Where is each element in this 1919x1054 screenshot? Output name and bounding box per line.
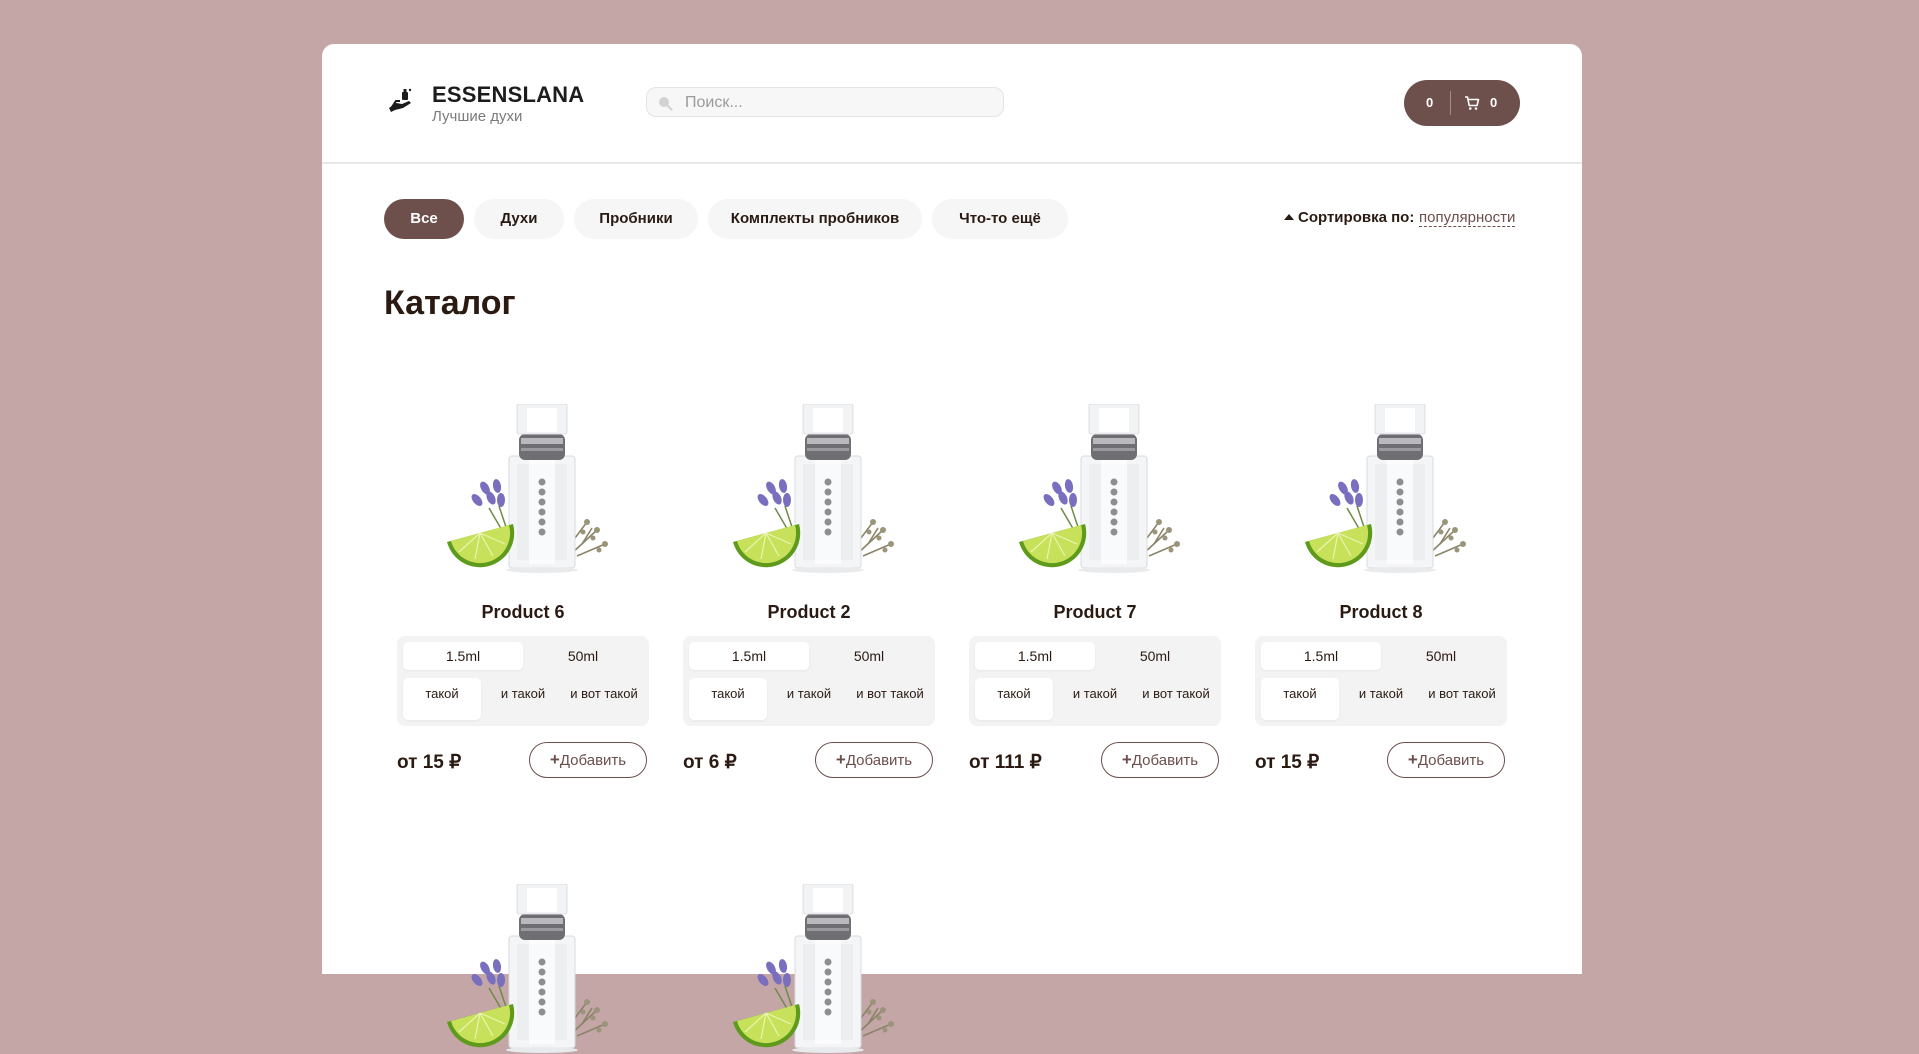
- size-option[interactable]: 50ml: [1095, 642, 1215, 670]
- logo-icon[interactable]: [386, 86, 416, 116]
- plus-icon: +: [549, 750, 560, 769]
- product-price: от 15 ₽: [1255, 752, 1320, 773]
- brand-name[interactable]: ESSENSLANA: [432, 82, 584, 108]
- type-option[interactable]: и такой: [770, 678, 848, 720]
- page-title: Каталог: [384, 284, 516, 322]
- add-label: Добавить: [1417, 752, 1485, 769]
- category-perfume[interactable]: Духи: [474, 199, 564, 239]
- add-to-cart-button[interactable]: +Добавить: [815, 742, 933, 778]
- product-image[interactable]: [723, 404, 903, 574]
- product-options: 1.5ml 50ml такой и такой и вот такой: [1255, 636, 1507, 726]
- sort-label: Сортировка по:: [1298, 209, 1415, 226]
- product-name[interactable]: Product 8: [1255, 602, 1507, 623]
- sort-arrow-icon: [1284, 214, 1294, 220]
- product-price: от 15 ₽: [397, 752, 462, 773]
- type-option[interactable]: такой: [1261, 678, 1339, 720]
- search-icon: [659, 97, 673, 111]
- size-option[interactable]: 1.5ml: [689, 642, 809, 670]
- product-options: 1.5ml 50ml такой и такой и вот такой: [969, 636, 1221, 726]
- type-option[interactable]: и такой: [484, 678, 562, 720]
- plus-icon: +: [1407, 750, 1418, 769]
- type-option[interactable]: и вот такой: [1137, 678, 1215, 720]
- size-option[interactable]: 50ml: [1381, 642, 1501, 670]
- product-name[interactable]: Product 2: [683, 602, 935, 623]
- category-sample-sets[interactable]: Комплекты пробников: [708, 199, 922, 239]
- add-label: Добавить: [1131, 752, 1199, 769]
- product-price: от 111 ₽: [969, 752, 1042, 773]
- size-option[interactable]: 50ml: [523, 642, 643, 670]
- product-options: 1.5ml 50ml такой и такой и вот такой: [397, 636, 649, 726]
- add-label: Добавить: [559, 752, 627, 769]
- category-samples[interactable]: Пробники: [574, 199, 698, 239]
- category-all[interactable]: Все: [384, 199, 464, 239]
- plus-icon: +: [835, 750, 846, 769]
- cart-total: 0: [1426, 95, 1434, 110]
- product-name[interactable]: Product 6: [397, 602, 649, 623]
- type-option[interactable]: и вот такой: [1423, 678, 1501, 720]
- size-option[interactable]: 50ml: [809, 642, 929, 670]
- product-image[interactable]: [437, 884, 617, 1054]
- cart-button[interactable]: 0 0: [1404, 80, 1520, 126]
- type-option[interactable]: такой: [403, 678, 481, 720]
- size-option[interactable]: 1.5ml: [403, 642, 523, 670]
- add-to-cart-button[interactable]: +Добавить: [1387, 742, 1505, 778]
- product-image[interactable]: [437, 404, 617, 574]
- add-to-cart-button[interactable]: +Добавить: [1101, 742, 1219, 778]
- add-label: Добавить: [845, 752, 913, 769]
- type-option[interactable]: такой: [689, 678, 767, 720]
- product-name[interactable]: Product 7: [969, 602, 1221, 623]
- type-option[interactable]: и вот такой: [565, 678, 643, 720]
- plus-icon: +: [1121, 750, 1132, 769]
- product-image[interactable]: [723, 884, 903, 1054]
- product-image[interactable]: [1295, 404, 1475, 574]
- cart-divider: [1450, 91, 1451, 115]
- product-options: 1.5ml 50ml такой и такой и вот такой: [683, 636, 935, 726]
- size-option[interactable]: 1.5ml: [975, 642, 1095, 670]
- add-to-cart-button[interactable]: +Добавить: [529, 742, 647, 778]
- cart-icon: [1465, 96, 1480, 110]
- product-price: от 6 ₽: [683, 752, 737, 773]
- cart-count: 0: [1490, 95, 1498, 110]
- brand-tagline: Лучшие духи: [432, 108, 523, 125]
- type-option[interactable]: и вот такой: [851, 678, 929, 720]
- size-option[interactable]: 1.5ml: [1261, 642, 1381, 670]
- sort-value[interactable]: популярности: [1419, 209, 1516, 227]
- search-box[interactable]: [646, 87, 1004, 118]
- type-option[interactable]: такой: [975, 678, 1053, 720]
- search-input[interactable]: [683, 88, 997, 118]
- category-other[interactable]: Что-то ещё: [932, 199, 1068, 239]
- type-option[interactable]: и такой: [1342, 678, 1420, 720]
- type-option[interactable]: и такой: [1056, 678, 1134, 720]
- product-image[interactable]: [1009, 404, 1189, 574]
- site-header: ESSENSLANA Лучшие духи 0 0: [322, 44, 1582, 164]
- page-container: ESSENSLANA Лучшие духи 0 0 Все Духи Проб…: [322, 44, 1582, 1054]
